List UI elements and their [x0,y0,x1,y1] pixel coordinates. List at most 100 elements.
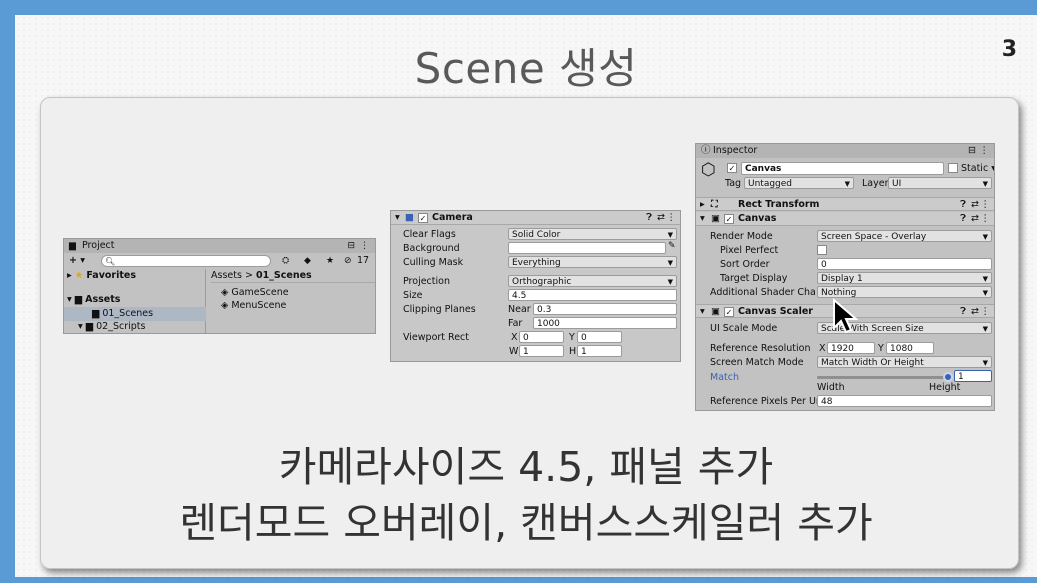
folder-icon: ▆ [69,241,76,251]
folder-icon: ▆ [85,321,94,332]
project-tab[interactable]: Project [82,239,115,253]
camera-component: ▾ ■ ✓ Camera ❓︎ ⇄ ⋮ Clear Flags Solid Co… [390,210,681,362]
file-item[interactable]: ◈ MenuScene [221,299,286,313]
breadcrumb-root[interactable]: Assets [211,270,242,281]
caption-line-2: 렌더모드 오버레이, 캔버스스케일러 추가 [179,499,873,547]
settings-icon[interactable]: ⇄ [657,211,665,225]
favorites-item[interactable]: ▸ ★ Favorites [67,269,136,283]
ref-x-field[interactable]: 1920 [827,342,875,354]
culling-mask-dropdown[interactable]: Everything ▼ [508,256,677,268]
help-icon: ❓︎ [960,199,966,210]
viewport-h-field[interactable]: 1 [577,345,622,357]
height-label: Height [929,382,961,393]
camera-header: ▾ ■ ✓ Camera ❓︎ ⇄ ⋮ [391,211,680,225]
static-label[interactable]: Static ▾ [961,162,994,175]
unity-scene-icon: ◈ [221,300,229,311]
layer-dropdown[interactable]: UI ▼ [888,177,992,189]
rect-transform-header[interactable]: ▸ ⛶ Rect Transform ❓︎ ⇄ ⋮ [696,197,994,211]
object-name-field[interactable]: Canvas [741,162,944,175]
foldout-icon[interactable]: ▾ [395,211,400,225]
projection-dropdown[interactable]: Orthographic ▼ [508,275,677,287]
active-checkbox[interactable]: ✓ [727,163,737,173]
inspector-window: ⓘ Inspector ⊟ ⋮ ⬡ ✓ Canvas Static ▾ Tag … [695,143,995,411]
unity-scene-icon: ◈ [221,287,229,298]
ui-scale-mode-label: UI Scale Mode [710,323,778,334]
screen-match-mode-dropdown[interactable]: Match Width Or Height ▼ [817,356,992,368]
lock-icon[interactable]: ⊟ [347,239,355,253]
chevron-down-icon: ▼ [982,180,988,188]
render-mode-dropdown[interactable]: Screen Space - Overlay ▼ [817,230,992,242]
assets-item[interactable]: ▾ ▆ Assets [67,293,120,307]
filter-type-icon[interactable]: ⛭ [282,254,289,268]
hidden-count: 17 [357,255,370,266]
match-slider-track[interactable] [817,376,950,379]
chevron-down-icon: ▼ [667,259,673,267]
inspector-tab[interactable]: Inspector [713,144,757,158]
chevron-down-icon: ▼ [982,359,988,367]
clipping-planes-label: Clipping Planes [403,304,476,315]
label-icon[interactable]: ◆ [304,254,311,268]
breadcrumb-current[interactable]: 01_Scenes [256,270,312,281]
chevron-down-icon: ▼ [982,325,988,333]
viewport-w-field[interactable]: 1 [519,345,564,357]
static-checkbox[interactable] [948,163,958,173]
pixel-perfect-label: Pixel Perfect [720,245,779,256]
viewport-y-field[interactable]: 0 [577,331,622,343]
slide-title: Scene 생성 [414,44,638,93]
far-label: Far [508,318,523,329]
size-field[interactable]: 4.5 [508,289,677,301]
size-label: Size [403,290,423,301]
sort-order-field[interactable]: 0 [817,258,992,270]
mouse-cursor-icon [833,298,858,334]
match-label: Match [710,372,739,383]
ppu-field[interactable]: 48 [817,395,992,407]
enabled-checkbox[interactable]: ✓ [418,213,428,223]
lock-icon[interactable]: ⊟ [968,144,976,158]
shader-channels-label: Additional Shader Channels [710,287,816,298]
add-icon[interactable]: + ▾ [69,254,85,268]
pixel-perfect-checkbox[interactable] [817,245,827,255]
chevron-down-icon: ▼ [667,278,673,286]
tree-folder-scripts[interactable]: ▾ ▆ 02_Scripts [78,320,145,333]
clear-flags-label: Clear Flags [403,229,456,240]
background-color-field[interactable] [508,242,666,254]
viewport-y-label: Y [569,332,575,343]
near-field[interactable]: 0.3 [533,303,677,315]
gameobject-cube-icon: ⬡ [701,160,716,180]
tag-label: Tag [725,178,742,189]
viewport-w-label: W [509,346,519,357]
ref-y-field[interactable]: 1080 [886,342,934,354]
eyedropper-icon[interactable]: ✎ [668,241,676,251]
shader-channels-dropdown[interactable]: Nothing ▼ [817,286,992,298]
clear-flags-dropdown[interactable]: Solid Color ▼ [508,228,677,240]
folder-icon: ▆ [92,308,100,319]
star-icon[interactable]: ★ [326,254,334,268]
canvas-component-header[interactable]: ▾ ▣ ✓ Canvas ❓︎ ⇄ ⋮ [696,212,994,226]
help-icon[interactable]: ❓︎ [646,211,652,225]
viewport-x-field[interactable]: 0 [519,331,564,343]
chevron-down-icon: ▼ [982,275,988,283]
settings-icon: ⇄ [971,213,979,224]
hidden-icon[interactable]: ⊘ [344,254,352,268]
menu-icon: ⋮ [980,213,991,224]
file-item[interactable]: ◈ GameScene [221,286,289,300]
viewport-rect-label: Viewport Rect [403,332,470,343]
search-input[interactable]: 🔍︎ [101,255,271,267]
foldout-icon: ▾ [700,306,705,317]
screen-match-mode-label: Screen Match Mode [710,357,804,368]
reference-resolution-label: Reference Resolution [710,343,811,354]
help-icon: ❓︎ [960,306,966,317]
project-window: ▆ Project ⊟ ⋮ + ▾ 🔍︎ ⛭ ◆ ★ ⊘ 17 ▸ ★ Favo… [63,238,376,334]
far-field[interactable]: 1000 [533,317,677,329]
camera-icon: ■ [405,212,414,223]
target-display-dropdown[interactable]: Display 1 ▼ [817,272,992,284]
sort-order-label: Sort Order [720,259,770,270]
menu-icon[interactable]: ⋮ [667,211,677,225]
canvas-icon: ▣ [711,213,720,224]
width-label: Width [817,382,845,393]
tag-dropdown[interactable]: Untagged ▼ [744,177,854,189]
tree-folder-scenes[interactable]: ▆ 01_Scenes [64,307,206,321]
menu-icon[interactable]: ⋮ [980,144,990,158]
menu-icon[interactable]: ⋮ [360,239,369,253]
slide: Scene 생성 3 ▆ Project ⊟ ⋮ + ▾ 🔍︎ ⛭ ◆ ★ ⊘ … [15,15,1037,583]
